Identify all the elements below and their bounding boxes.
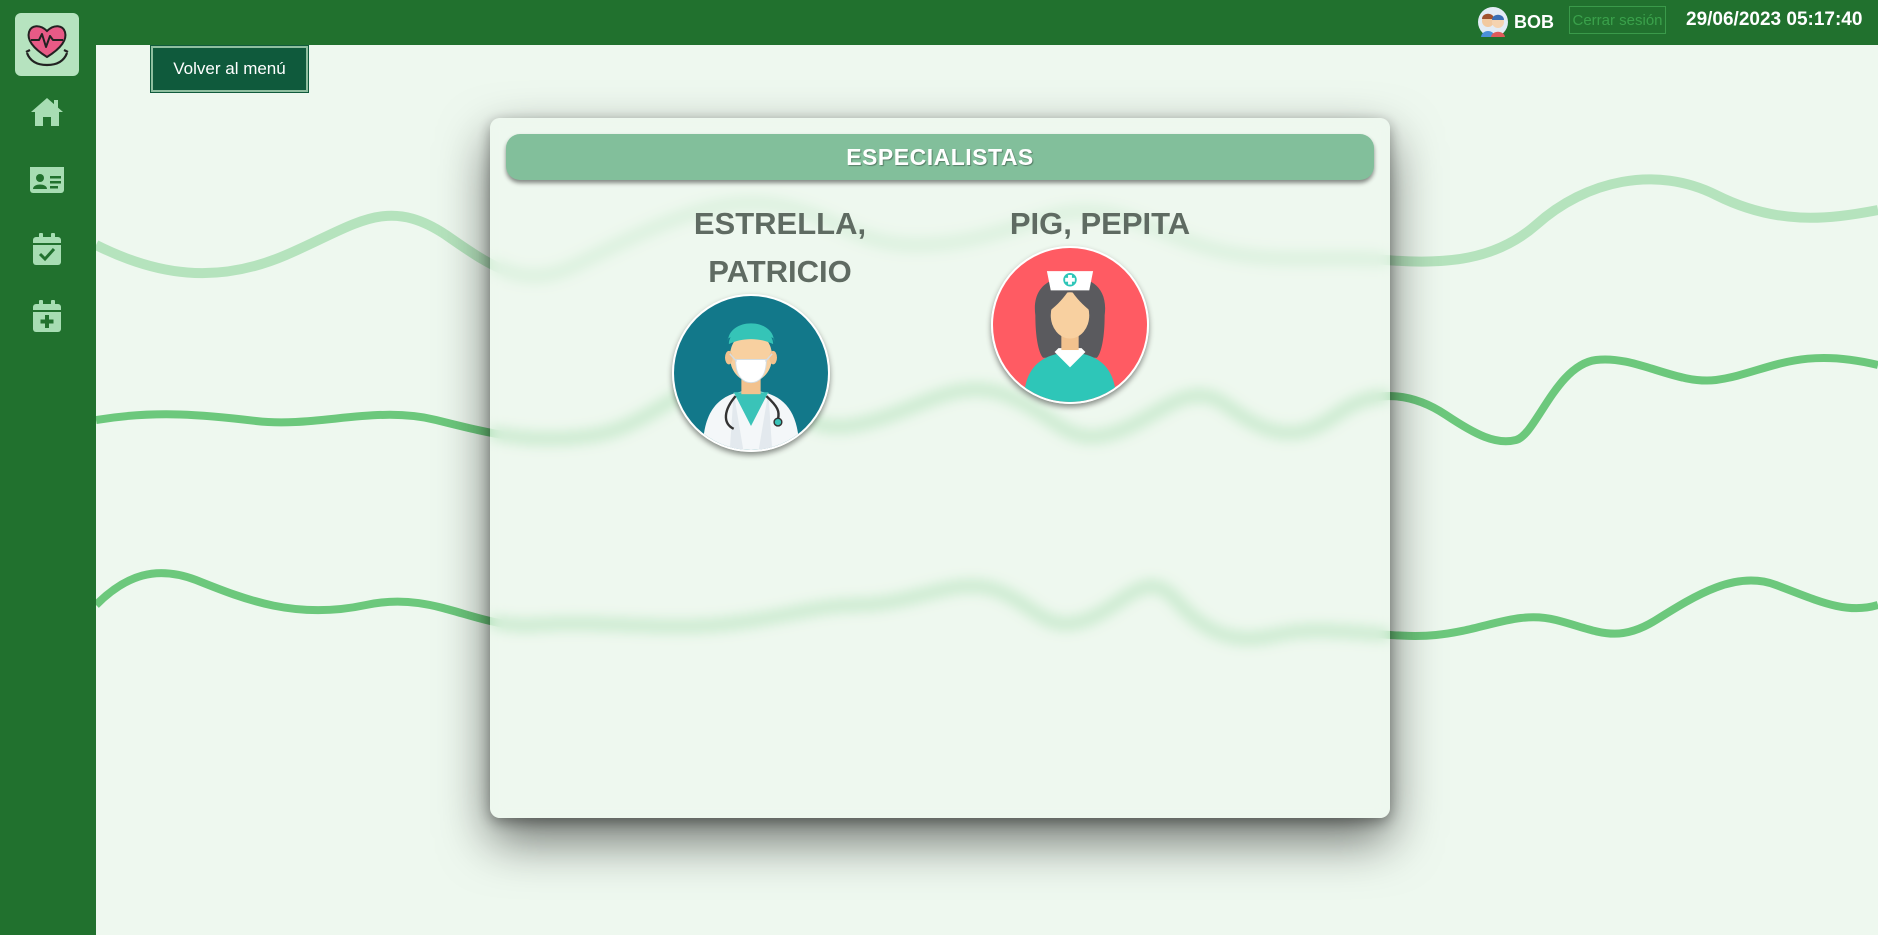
heart-hands-logo-icon[interactable]: [15, 13, 79, 76]
specialist-name: PIG, PEPITA: [1009, 206, 1191, 241]
sidebar: [0, 0, 96, 935]
specialists-panel: ESPECIALISTAS ESTRELLA, PATRICIO PIG, PE…: [490, 118, 1390, 818]
datetime: 29/06/2023 05:17:40: [1686, 9, 1863, 30]
nurse-icon[interactable]: [991, 246, 1149, 404]
specialist-name: ESTRELLA, PATRICIO: [693, 206, 867, 289]
panel-title: ESPECIALISTAS: [506, 134, 1374, 180]
user-avatar-icon: [1478, 7, 1508, 37]
back-to-menu-button[interactable]: Volver al menú: [150, 45, 309, 93]
doctor-icon[interactable]: [672, 294, 830, 452]
logout-button[interactable]: Cerrar sesión: [1569, 6, 1666, 34]
specialist-card[interactable]: PIG, PEPITA: [980, 200, 1220, 404]
calendar-plus-icon[interactable]: [28, 298, 66, 334]
home-icon[interactable]: [28, 94, 66, 130]
calendar-check-icon[interactable]: [28, 231, 66, 267]
specialist-card[interactable]: ESTRELLA, PATRICIO: [660, 200, 900, 452]
id-card-icon[interactable]: [28, 162, 66, 198]
user-name: BOB: [1514, 11, 1554, 32]
top-bar: BOB Cerrar sesión 29/06/2023 05:17:40: [0, 0, 1878, 45]
user-info[interactable]: BOB: [1478, 6, 1554, 38]
